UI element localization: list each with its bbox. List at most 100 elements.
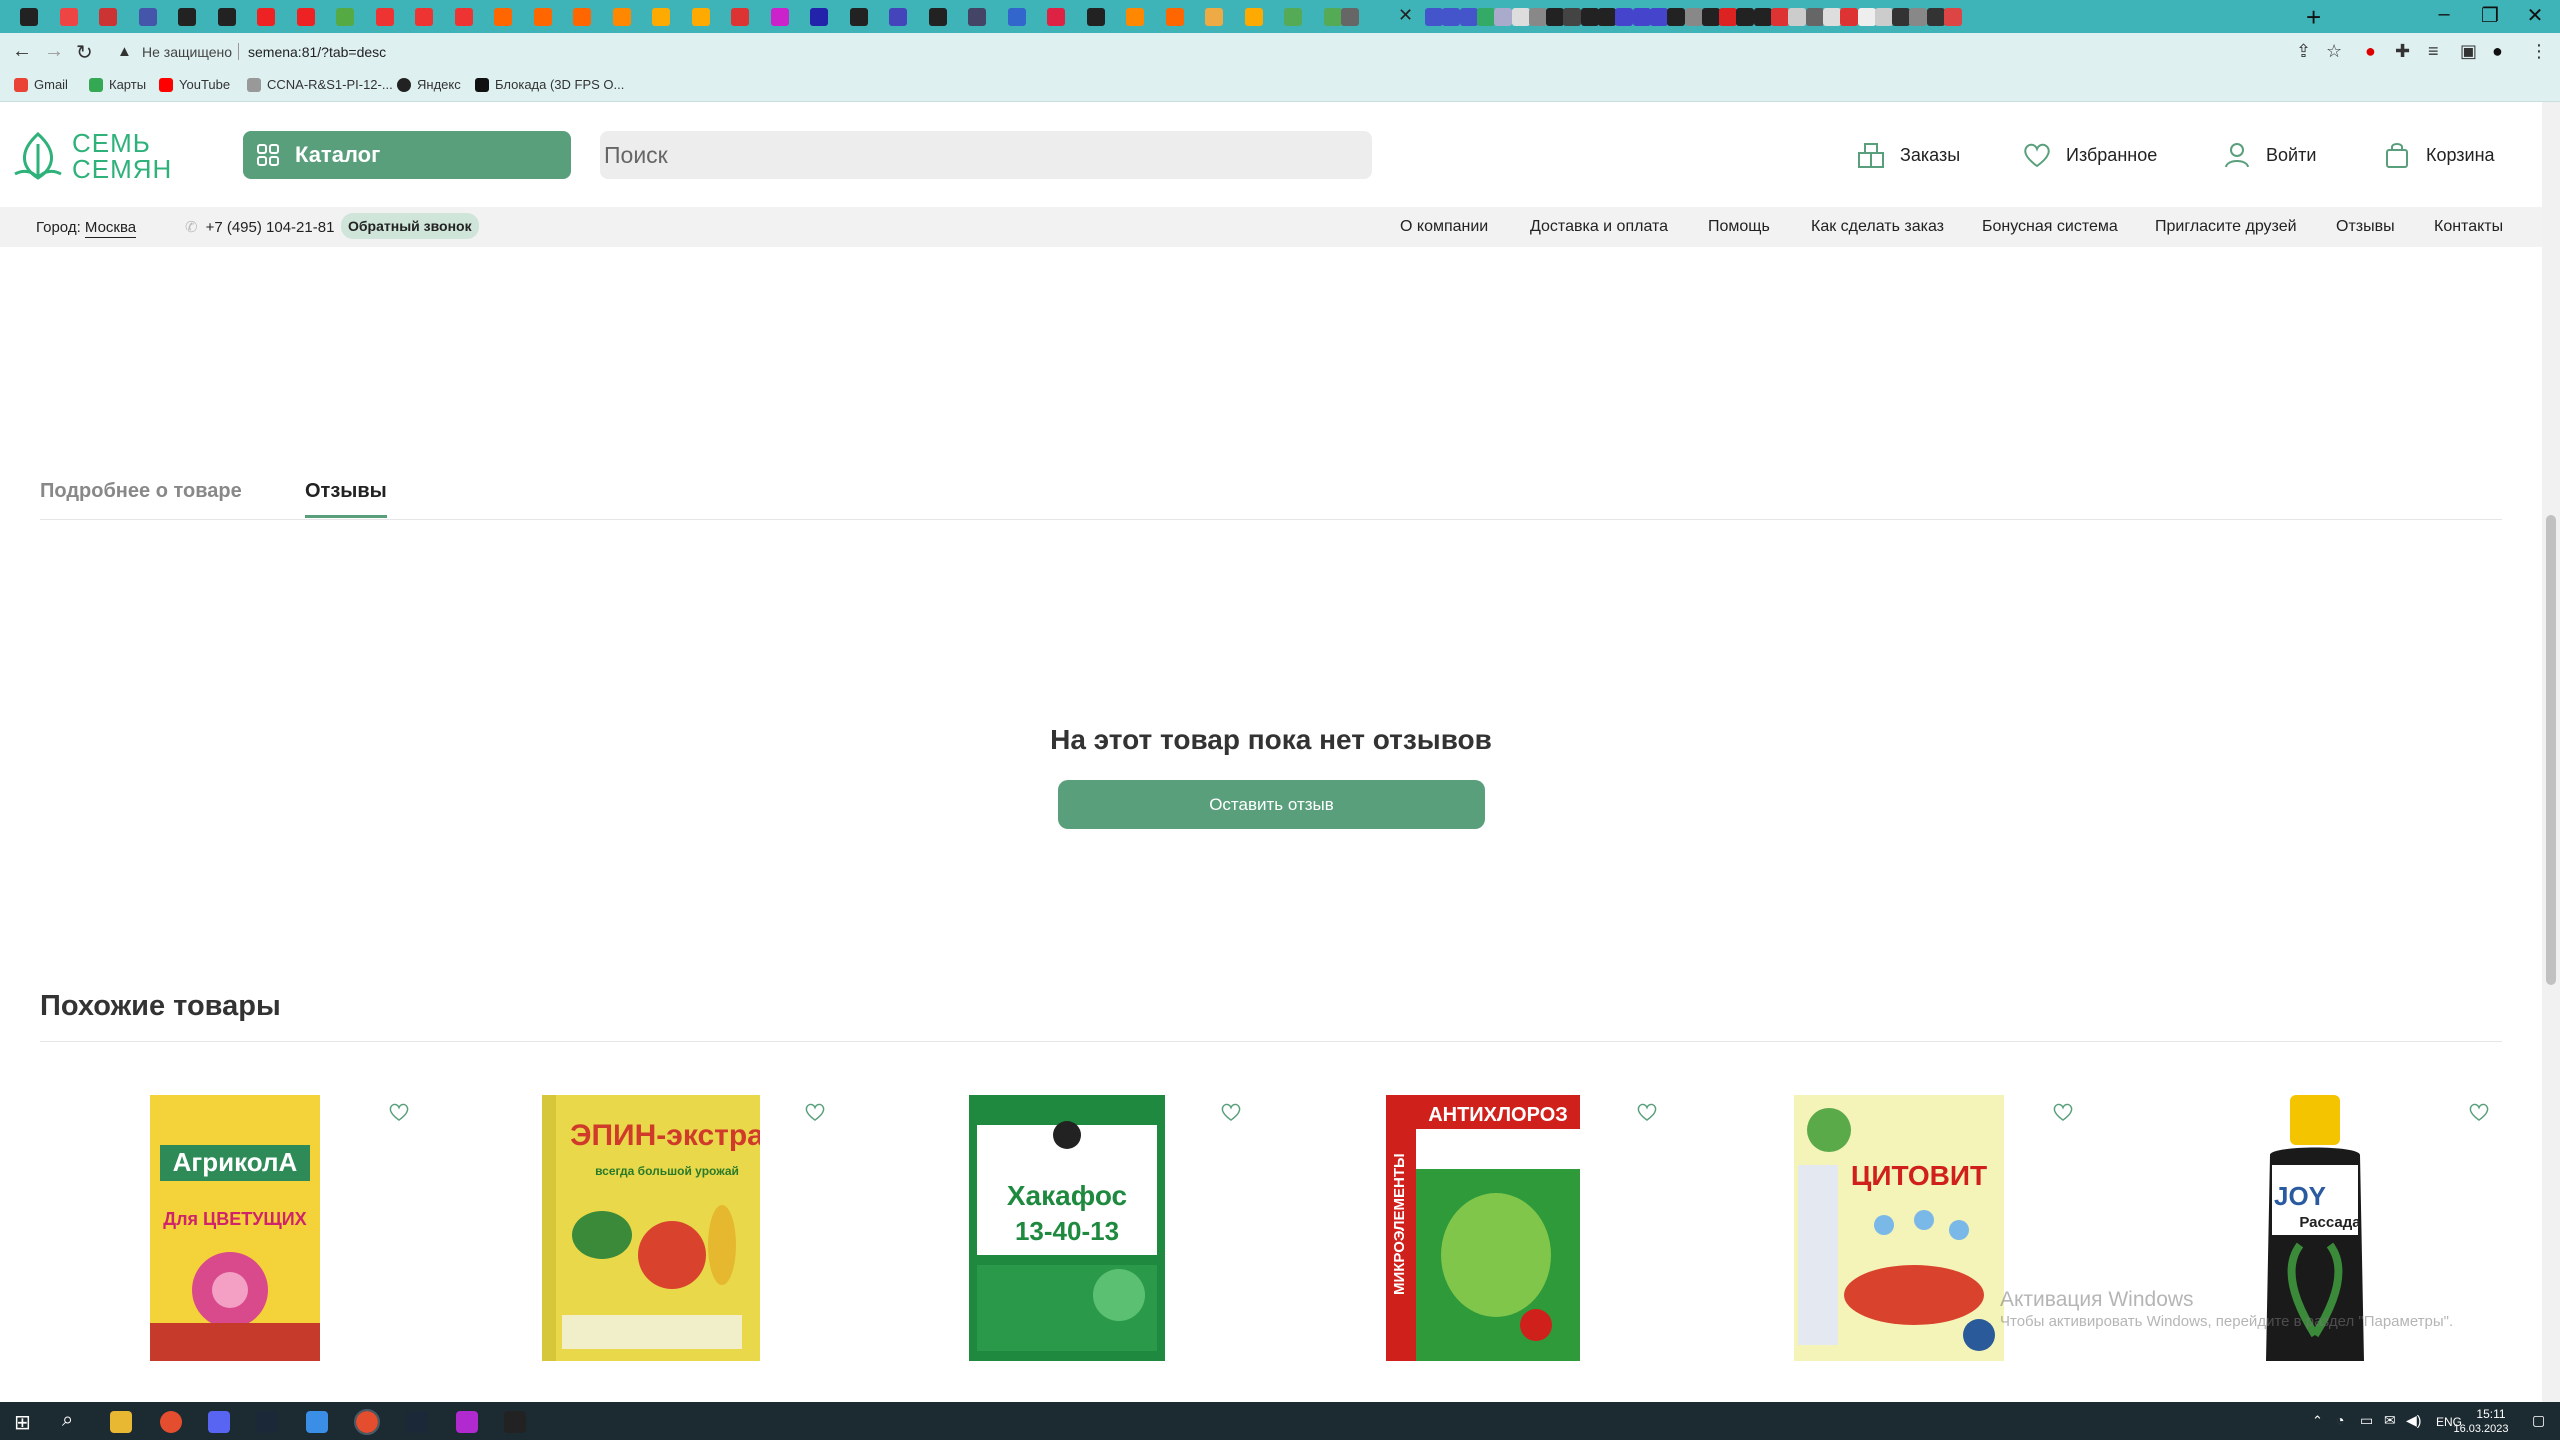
minimize-icon[interactable]: – (2424, 3, 2464, 26)
tab-favicon-icon[interactable] (1874, 8, 1893, 26)
nav-about[interactable]: О компании (1400, 218, 1488, 236)
tab-favicon-icon[interactable] (1476, 8, 1495, 26)
tab-favicon-icon[interactable] (1719, 8, 1738, 26)
favorite-heart-icon[interactable] (1636, 1101, 1658, 1123)
tab-reviews[interactable]: Отзывы (305, 480, 387, 518)
tab-favicon-icon[interactable] (1126, 8, 1144, 26)
tab-favicon-icon[interactable] (770, 8, 789, 26)
search-icon[interactable]: ⌕ (62, 1409, 73, 1432)
tab-favicon-icon[interactable] (612, 8, 631, 26)
tab-favicon-icon[interactable] (494, 8, 512, 26)
tab-favicon-icon[interactable] (1736, 8, 1755, 26)
steam-icon[interactable] (256, 1411, 278, 1433)
tray-icon[interactable]: ◔ (2336, 1412, 2344, 1428)
favorites-link[interactable]: Избранное (2022, 140, 2157, 170)
share-icon[interactable]: ⇪ (2296, 41, 2311, 62)
windows-start-icon[interactable]: ⊞ (14, 1410, 31, 1435)
tab-favicon-icon[interactable] (968, 8, 986, 26)
tab-favicon-icon[interactable] (1788, 8, 1807, 26)
tab-favicon-icon[interactable] (1340, 8, 1359, 26)
steam-2-icon[interactable] (406, 1411, 428, 1433)
url-input[interactable]: semena:81/?tab=desc (248, 44, 386, 60)
tab-favicon-icon[interactable] (849, 8, 868, 26)
nav-delivery[interactable]: Доставка и оплата (1530, 218, 1668, 236)
bookmark-maps[interactable]: Карты (89, 77, 146, 92)
tab-favicon-icon[interactable] (810, 8, 828, 26)
tab-favicon-icon[interactable] (178, 8, 196, 26)
opera-icon[interactable]: ● (2365, 41, 2376, 62)
product-card[interactable]: МИКРОЭЛЕМЕНТЫ АНТИХЛОРОЗ (1288, 1085, 1678, 1361)
favorite-heart-icon[interactable] (1220, 1101, 1242, 1123)
tab-favicon-icon[interactable] (1598, 8, 1616, 26)
forward-icon[interactable]: → (44, 40, 64, 63)
volume-icon[interactable]: ◀) (2406, 1412, 2421, 1429)
tab-favicon-icon[interactable] (1632, 8, 1651, 26)
tab-close-icon[interactable]: ✕ (1398, 5, 1413, 26)
sidebar-icon[interactable]: ▣ (2460, 41, 2477, 62)
tab-favicon-icon[interactable] (731, 8, 749, 26)
product-image[interactable]: ЦИТОВИТ (1794, 1095, 2004, 1361)
tray-chevron-icon[interactable]: ⌃ (2312, 1413, 2323, 1429)
leave-review-button[interactable]: Оставить отзыв (1058, 780, 1485, 829)
nav-how-to-order[interactable]: Как сделать заказ (1811, 218, 1944, 236)
network-icon[interactable]: ▭ (2360, 1412, 2373, 1429)
chrome-icon[interactable] (160, 1411, 182, 1433)
product-image[interactable]: Хакафос 13-40-13 (969, 1095, 1165, 1361)
tab-favicon-icon[interactable] (1926, 8, 1945, 26)
tab-favicon-icon[interactable] (1086, 8, 1105, 26)
cart-link[interactable]: Корзина (2382, 140, 2495, 170)
tab-favicon-icon[interactable] (1840, 8, 1859, 26)
tab-favicon-icon[interactable] (1528, 8, 1547, 26)
tab-favicon-icon[interactable] (1667, 8, 1686, 26)
explorer-icon[interactable] (110, 1411, 132, 1433)
tab-favicon-icon[interactable] (257, 8, 275, 26)
tab-favicon-icon[interactable] (1649, 8, 1668, 26)
clock-date[interactable]: 16.03.2023 (2446, 1423, 2516, 1435)
tab-favicon-icon[interactable] (533, 8, 552, 26)
tab-favicon-icon[interactable] (573, 8, 591, 26)
orders-link[interactable]: Заказы (1856, 140, 1960, 170)
product-image[interactable]: ЭПИН-экстра всегда большой урожай (542, 1095, 760, 1361)
ide-icon[interactable] (456, 1411, 478, 1433)
tab-favicon-icon[interactable] (1771, 8, 1789, 26)
tab-favicon-icon[interactable] (1857, 8, 1876, 26)
tab-favicon-icon[interactable] (928, 8, 947, 26)
discord-icon[interactable] (208, 1411, 230, 1433)
site-logo[interactable]: СЕМЬ СЕМЯН (12, 130, 172, 182)
tab-favicon-icon[interactable] (1563, 8, 1582, 26)
tab-favicon-icon[interactable] (1244, 8, 1263, 26)
playlist-icon[interactable]: ≡ (2428, 41, 2439, 62)
favorite-heart-icon[interactable] (2468, 1101, 2490, 1123)
tab-favicon-icon[interactable] (1165, 8, 1184, 26)
notifications-icon[interactable]: ▢ (2532, 1412, 2545, 1429)
favorite-heart-icon[interactable] (2052, 1101, 2074, 1123)
nav-invite[interactable]: Пригласите друзей (2155, 218, 2297, 236)
clock-time[interactable]: 15:11 (2466, 1407, 2516, 1421)
tab-favicon-icon[interactable] (691, 8, 710, 26)
tab-favicon-icon[interactable] (1892, 8, 1911, 26)
menu-icon[interactable]: ⋮ (2530, 41, 2548, 62)
favorite-heart-icon[interactable] (804, 1101, 826, 1123)
bookmark-blokada[interactable]: Блокада (3D FPS O... (475, 77, 624, 92)
nav-bonus[interactable]: Бонусная система (1982, 218, 2118, 236)
product-image[interactable]: АгриколА Для ЦВЕТУЩИХ (150, 1095, 320, 1361)
phone-link[interactable]: ✆ +7 (495) 104-21-81 (185, 218, 334, 237)
bookmark-star-icon[interactable]: ☆ (2326, 41, 2342, 62)
nav-reviews[interactable]: Отзывы (2336, 218, 2395, 236)
warning-icon[interactable]: ▲ (117, 43, 132, 60)
city-value[interactable]: Москва (84, 219, 137, 238)
extensions-icon[interactable]: ✚ (2395, 41, 2410, 62)
tab-favicon-icon[interactable] (1442, 8, 1461, 26)
back-icon[interactable]: ← (12, 40, 32, 63)
tab-favicon-icon[interactable] (59, 8, 78, 26)
tab-favicon-icon[interactable] (99, 8, 117, 26)
tab-favicon-icon[interactable] (1425, 8, 1443, 26)
app-icon[interactable] (306, 1411, 328, 1433)
product-image[interactable]: МИКРОЭЛЕМЕНТЫ АНТИХЛОРОЗ (1386, 1095, 1580, 1361)
tab-favicon-icon[interactable] (889, 8, 907, 26)
chrome-active-icon[interactable] (354, 1409, 380, 1435)
bookmark-ccna[interactable]: CCNA-R&S1-PI-12-... (247, 77, 393, 92)
tab-favicon-icon[interactable] (1615, 8, 1634, 26)
tab-favicon-icon[interactable] (1284, 8, 1302, 26)
tab-favicon-icon[interactable] (1047, 8, 1065, 26)
